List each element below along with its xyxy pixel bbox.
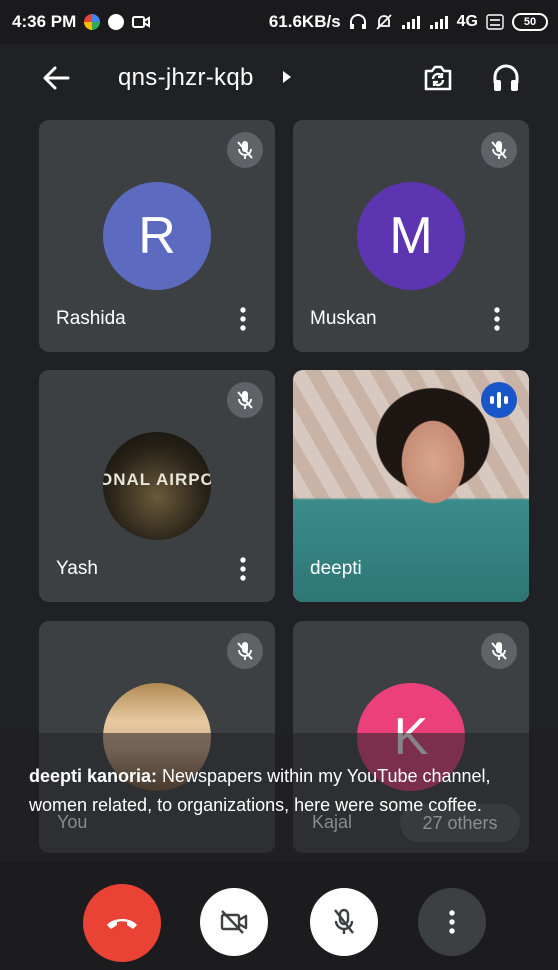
videocam-off-icon (220, 910, 248, 934)
avatar: M (357, 182, 465, 290)
photo-sign-text: ONAL AIRPORT (103, 470, 211, 489)
call-end-icon (107, 919, 137, 929)
status-bar: 4:36 PM 61.6KB/s 4G 50 (0, 0, 558, 44)
more-vert-icon (240, 557, 246, 581)
mute-bell-icon (375, 13, 393, 31)
back-button[interactable] (40, 62, 72, 94)
status-left: 4:36 PM (12, 12, 151, 32)
more-vert-button[interactable] (233, 306, 253, 332)
participant-name: Muskan (310, 308, 377, 329)
participant-name: Rashida (56, 308, 126, 329)
app-notification-icon (84, 14, 101, 30)
live-caption: deepti kanoria: Newspapers within my You… (29, 762, 529, 820)
participant-tile-rashida[interactable]: R Rashida (39, 120, 275, 352)
mic-off-icon (334, 908, 354, 934)
top-bar: qns-jhzr-kqb (0, 44, 558, 110)
participant-tile-muskan[interactable]: M Muskan (293, 120, 529, 352)
network-speed: 61.6KB/s (268, 12, 341, 31)
speaking-indicator-icon (481, 382, 517, 418)
more-vert-button[interactable] (487, 306, 507, 332)
jio-icon (108, 14, 125, 30)
mic-toggle-button[interactable] (310, 888, 378, 956)
battery-indicator: 50 (512, 13, 548, 31)
avatar: R (103, 182, 211, 290)
status-time: 4:36 PM (12, 12, 77, 31)
meeting-code[interactable]: qns-jhzr-kqb (118, 64, 254, 92)
switch-camera-button[interactable] (420, 60, 456, 96)
muted-mic-icon (481, 633, 517, 669)
more-vert-icon (240, 307, 246, 331)
more-options-button[interactable] (418, 888, 486, 956)
arrow-back-icon (43, 66, 70, 90)
participant-tile-deepti[interactable]: deepti (293, 370, 529, 602)
participant-tile-yash[interactable]: ONAL AIRPORT Yash (39, 370, 275, 602)
headphones-icon (493, 64, 519, 91)
switch-camera-icon (424, 65, 452, 91)
muted-mic-icon (227, 132, 263, 168)
signal-icon-2 (429, 15, 449, 29)
more-vert-button[interactable] (233, 556, 253, 582)
more-vert-icon (449, 910, 455, 934)
caption-speaker: deepti kanoria: (29, 766, 158, 786)
muted-mic-icon (227, 382, 263, 418)
video-record-icon (132, 15, 151, 29)
muted-mic-icon (227, 633, 263, 669)
headset-status-icon (349, 14, 367, 30)
signal-icon-1 (401, 15, 421, 29)
network-type: 4G (456, 13, 478, 30)
more-vert-icon (494, 307, 500, 331)
status-right: 61.6KB/s 4G 50 (269, 12, 548, 32)
caret-right-icon[interactable] (282, 70, 292, 89)
participant-name: deepti (310, 558, 362, 579)
volte-icon (486, 14, 504, 30)
participant-name: Yash (56, 558, 98, 579)
call-controls (0, 862, 558, 970)
camera-toggle-button[interactable] (200, 888, 268, 956)
audio-output-button[interactable] (488, 60, 524, 96)
avatar-photo: ONAL AIRPORT (103, 432, 211, 540)
end-call-button[interactable] (83, 884, 161, 962)
muted-mic-icon (481, 132, 517, 168)
